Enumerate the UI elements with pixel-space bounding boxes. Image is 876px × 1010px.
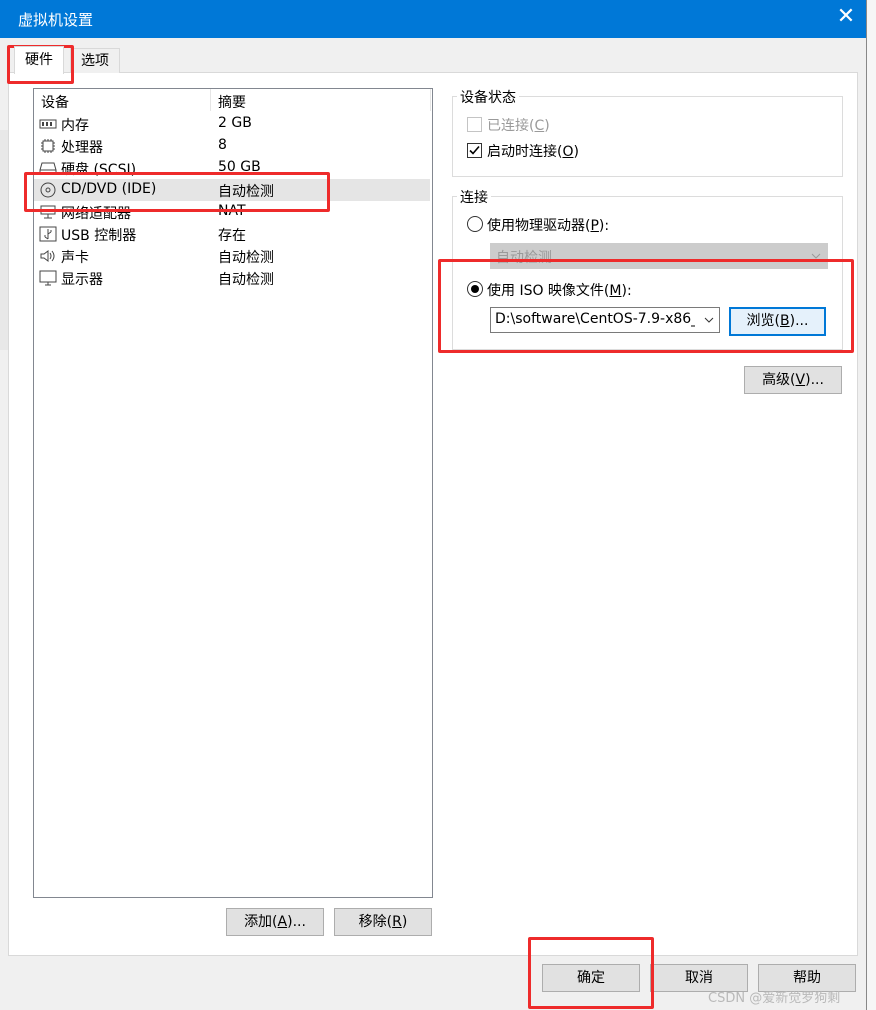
physical-drive-select[interactable]: 自动检测 bbox=[490, 243, 828, 269]
device-name: 硬盘 (SCSI) bbox=[61, 162, 137, 178]
column-header-summary[interactable]: 摘要 bbox=[218, 92, 246, 112]
column-separator[interactable] bbox=[430, 89, 431, 111]
device-name: CD/DVD (IDE) bbox=[61, 181, 157, 197]
physical-drive-label: 使用物理驱动器(P): bbox=[487, 218, 610, 234]
device-row-processor[interactable]: 处理器 8 bbox=[34, 135, 430, 157]
physical-drive-value: 自动检测 bbox=[496, 250, 552, 266]
iso-path-select[interactable]: D:\software\CentOS-7.9-x86_64 bbox=[490, 307, 720, 333]
network-adapter-icon bbox=[40, 205, 56, 219]
device-row-memory[interactable]: 内存 2 GB bbox=[34, 113, 430, 135]
connected-label: 已连接(C) bbox=[487, 118, 550, 134]
device-name: 内存 bbox=[61, 118, 89, 134]
device-name: 显示器 bbox=[61, 272, 103, 288]
iso-image-label: 使用 ISO 映像文件(M): bbox=[487, 283, 632, 299]
connect-on-start-checkbox[interactable] bbox=[467, 143, 482, 158]
checkmark-icon bbox=[469, 145, 480, 155]
title-bar: 虚拟机设置 ✕ bbox=[0, 0, 866, 38]
device-summary: 2 GB bbox=[218, 115, 252, 131]
usb-icon bbox=[39, 226, 57, 242]
advanced-button[interactable]: 高级(V)... bbox=[744, 366, 842, 394]
iso-image-radio[interactable] bbox=[467, 281, 483, 297]
physical-drive-radio[interactable] bbox=[467, 216, 483, 232]
chevron-down-icon bbox=[811, 253, 821, 259]
watermark: CSDN @爱新觉罗狗剩 bbox=[708, 991, 841, 1006]
connect-on-start-label: 启动时连接(O) bbox=[487, 144, 579, 160]
device-name: 网络适配器 bbox=[61, 206, 131, 222]
device-status-title: 设备状态 bbox=[457, 87, 519, 107]
connected-checkbox[interactable] bbox=[467, 117, 482, 132]
add-device-button[interactable]: 添加(A)... bbox=[226, 908, 324, 936]
device-summary: 自动检测 bbox=[218, 250, 274, 266]
monitor-icon bbox=[39, 270, 57, 286]
hard-disk-icon bbox=[39, 162, 57, 175]
chevron-down-icon bbox=[704, 317, 714, 323]
device-summary: NAT bbox=[218, 203, 246, 219]
close-icon[interactable]: ✕ bbox=[834, 5, 858, 29]
device-summary: 存在 bbox=[218, 228, 246, 244]
device-row-cd-dvd[interactable]: CD/DVD (IDE) 自动检测 bbox=[34, 179, 430, 201]
column-separator[interactable] bbox=[210, 89, 211, 111]
column-header-device[interactable]: 设备 bbox=[41, 92, 69, 112]
window-title: 虚拟机设置 bbox=[18, 11, 94, 29]
device-summary: 自动检测 bbox=[218, 272, 274, 288]
browse-button[interactable]: 浏览(B)... bbox=[729, 307, 826, 336]
device-summary: 8 bbox=[218, 137, 227, 153]
tab-hardware[interactable]: 硬件 bbox=[14, 46, 64, 74]
device-name: 声卡 bbox=[61, 250, 89, 266]
device-row-hard-disk[interactable]: 硬盘 (SCSI) 50 GB bbox=[34, 157, 430, 179]
device-summary: 50 GB bbox=[218, 159, 261, 175]
device-row-usb[interactable]: USB 控制器 存在 bbox=[34, 223, 430, 245]
tab-options[interactable]: 选项 bbox=[70, 48, 120, 73]
background-window-strip bbox=[0, 130, 8, 350]
cd-dvd-icon bbox=[40, 182, 56, 198]
device-name: 处理器 bbox=[61, 140, 103, 156]
device-status-group bbox=[452, 96, 843, 177]
device-row-network-adapter[interactable]: 网络适配器 NAT bbox=[34, 201, 430, 223]
background-window-edge bbox=[866, 0, 876, 1010]
processor-icon bbox=[41, 139, 55, 153]
device-row-display[interactable]: 显示器 自动检测 bbox=[34, 267, 430, 289]
device-row-sound-card[interactable]: 声卡 自动检测 bbox=[34, 245, 430, 267]
remove-device-button[interactable]: 移除(R) bbox=[334, 908, 432, 936]
device-summary: 自动检测 bbox=[218, 184, 274, 200]
connection-title: 连接 bbox=[457, 187, 491, 207]
speaker-icon bbox=[40, 250, 55, 262]
device-name: USB 控制器 bbox=[61, 228, 137, 244]
iso-path-value: D:\software\CentOS-7.9-x86_64 bbox=[495, 311, 695, 327]
memory-icon bbox=[39, 119, 57, 129]
ok-button[interactable]: 确定 bbox=[542, 964, 640, 992]
